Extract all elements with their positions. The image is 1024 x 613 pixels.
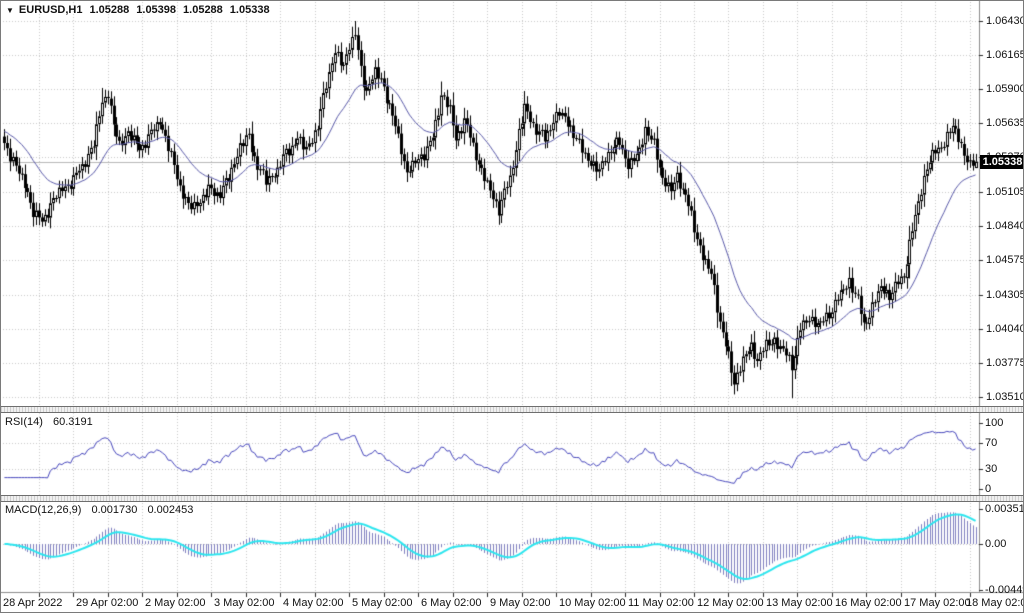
symbol-label: EURUSD,H1 — [19, 4, 83, 16]
time-axis-label: 13 May 02:00 — [766, 597, 833, 609]
macd-signal-value: 0.002453 — [147, 504, 193, 516]
time-axis-label: 12 May 02:00 — [697, 597, 764, 609]
price-tick-label: 1.06430 — [986, 15, 1024, 27]
time-axis-label: 28 Apr 2022 — [3, 597, 62, 609]
macd-name: MACD(12,26,9) — [5, 504, 81, 516]
rsi-tick-label: 30 — [985, 463, 997, 475]
price-tick-label: 1.04040 — [986, 323, 1024, 335]
time-axis-label: 17 May 02:00 — [904, 597, 971, 609]
price-tick-label: 1.03775 — [986, 357, 1024, 369]
time-axis-label: 9 May 02:00 — [490, 597, 551, 609]
price-tick-label: 1.03510 — [986, 391, 1024, 403]
macd-main-value: 0.001730 — [91, 504, 137, 516]
rsi-indicator-label: RSI(14) 60.3191 — [5, 416, 93, 428]
pane-splitter[interactable] — [1, 495, 1024, 502]
price-tick-label: 1.05900 — [986, 83, 1024, 95]
time-axis-label: 6 May 02:00 — [421, 597, 482, 609]
time-axis-label: 29 Apr 02:00 — [76, 597, 138, 609]
macd-tick-label: 0.003513 — [985, 503, 1024, 515]
ohlc-low: 1.05288 — [183, 4, 223, 16]
time-axis-label: 11 May 02:00 — [628, 597, 694, 609]
time-axis-label: 4 May 02:00 — [283, 597, 344, 609]
price-chart-canvas[interactable] — [1, 1, 1024, 613]
price-tick-label: 1.04305 — [986, 289, 1024, 301]
chart-window: ▼ EURUSD,H1 1.05288 1.05398 1.05288 1.05… — [0, 0, 1024, 613]
rsi-tick-label: 100 — [985, 417, 1003, 429]
price-tick-label: 1.05635 — [986, 117, 1024, 129]
time-axis-label: 2 May 02:00 — [145, 597, 206, 609]
price-tick-label: 1.06165 — [986, 49, 1024, 61]
time-axis-label: 3 May 02:00 — [214, 597, 275, 609]
current-price-tag: 1.05338 — [980, 155, 1024, 169]
time-axis-label: 18 May 02:00 — [966, 597, 1024, 609]
macd-tick-label: -0.00449 — [985, 584, 1024, 596]
ohlc-open: 1.05288 — [90, 4, 130, 16]
macd-indicator-label: MACD(12,26,9) 0.001730 0.002453 — [5, 504, 193, 516]
ohlc-high: 1.05398 — [136, 4, 176, 16]
pane-splitter[interactable] — [1, 406, 1024, 413]
ohlc-close: 1.05338 — [230, 4, 270, 16]
price-tick-label: 1.05105 — [986, 186, 1024, 198]
price-tick-label: 1.04575 — [986, 254, 1024, 266]
chart-header: ▼ EURUSD,H1 1.05288 1.05398 1.05288 1.05… — [6, 4, 270, 16]
rsi-name: RSI(14) — [5, 416, 43, 428]
macd-tick-label: 0.00 — [985, 538, 1006, 550]
time-axis-label: 5 May 02:00 — [352, 597, 413, 609]
time-axis-label: 16 May 02:00 — [835, 597, 902, 609]
symbol-dropdown-icon[interactable]: ▼ — [6, 5, 14, 16]
price-tick-label: 1.04840 — [986, 220, 1024, 232]
time-axis-label: 10 May 02:00 — [559, 597, 626, 609]
rsi-tick-label: 70 — [985, 437, 997, 449]
rsi-value: 60.3191 — [53, 416, 93, 428]
rsi-tick-label: 0 — [985, 483, 991, 495]
